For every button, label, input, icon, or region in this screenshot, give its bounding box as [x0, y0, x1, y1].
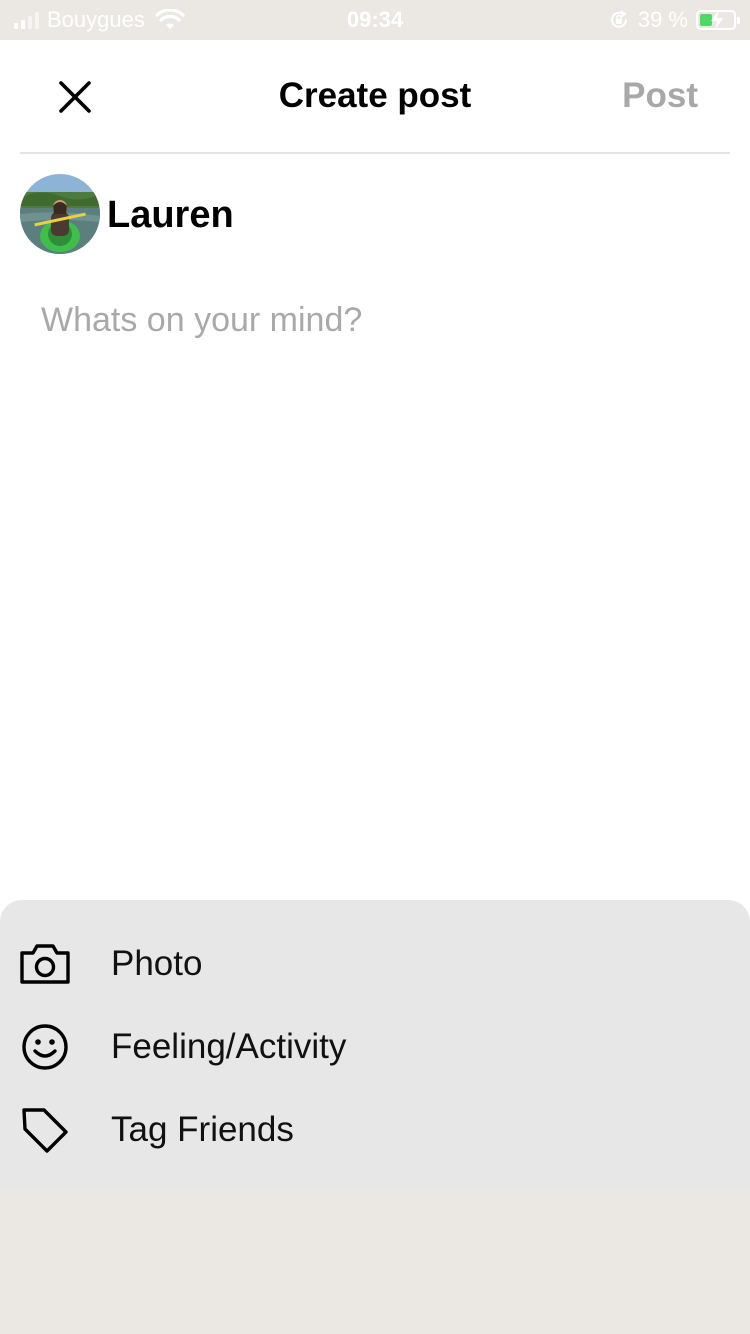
battery-charging-icon — [696, 10, 740, 30]
feeling-activity-label: Feeling/Activity — [111, 1027, 347, 1066]
tag-friends-button[interactable]: Tag Friends — [0, 1093, 750, 1167]
tag-icon — [18, 1103, 72, 1157]
profile-photo — [20, 174, 100, 254]
post-button[interactable]: Post — [622, 76, 698, 116]
avatar[interactable] — [20, 174, 100, 254]
add-photo-button[interactable]: Photo — [0, 927, 750, 1001]
status-bar: Bouygues 09:34 39 % — [0, 0, 750, 40]
feeling-activity-button[interactable]: Feeling/Activity — [0, 1010, 750, 1084]
status-right: 39 % — [608, 7, 740, 32]
home-indicator-area — [0, 1190, 750, 1334]
camera-icon — [18, 937, 72, 991]
photo-label: Photo — [111, 944, 203, 983]
rotation-lock-icon — [610, 10, 627, 28]
user-name: Lauren — [107, 194, 234, 236]
battery-percent: 39 % — [637, 7, 688, 32]
header-divider — [20, 152, 730, 154]
charging-bolt-icon — [711, 10, 723, 30]
smiley-icon — [18, 1020, 72, 1074]
post-text-input[interactable] — [41, 298, 711, 798]
tag-friends-label: Tag Friends — [111, 1110, 294, 1149]
header: Create post Post — [0, 40, 750, 154]
